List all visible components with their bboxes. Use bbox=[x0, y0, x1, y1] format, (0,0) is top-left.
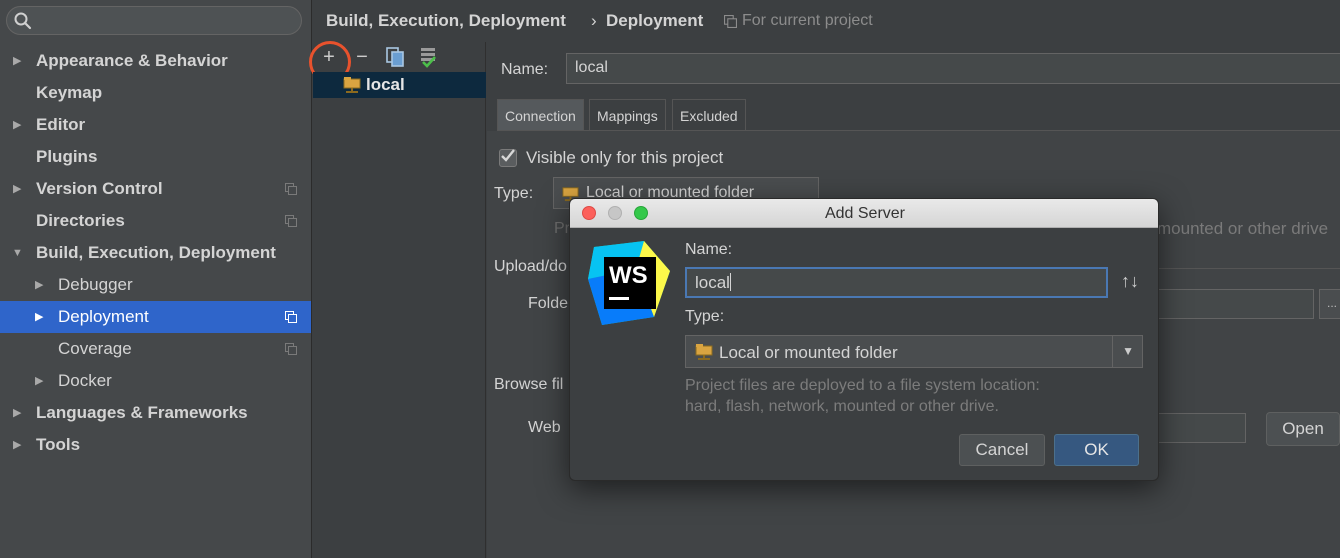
sidebar-item-editor[interactable]: ▶ Editor bbox=[0, 109, 311, 141]
chevron-right-icon: ▶ bbox=[35, 279, 44, 291]
remove-server-button[interactable]: − bbox=[350, 45, 374, 69]
dialog-type-label: Type: bbox=[685, 308, 725, 325]
project-scope-icon bbox=[285, 183, 297, 195]
visible-only-label: Visible only for this project bbox=[526, 148, 724, 167]
sidebar-item-label: Directories bbox=[36, 211, 125, 230]
sidebar-item-label: Build, Execution, Deployment bbox=[36, 243, 276, 262]
sidebar-item-label: Appearance & Behavior bbox=[36, 51, 228, 70]
open-button[interactable]: Open bbox=[1266, 412, 1340, 446]
web-url-label: Web bbox=[528, 419, 561, 436]
chevron-down-icon: ▼ bbox=[12, 247, 23, 259]
dialog-titlebar: Add Server bbox=[570, 199, 1158, 228]
dialog-type-description-line2: hard, flash, network, mounted or other d… bbox=[685, 398, 999, 415]
set-default-server-button[interactable] bbox=[416, 45, 440, 69]
logo-text: WS bbox=[609, 262, 648, 289]
sidebar-item-keymap[interactable]: Keymap bbox=[0, 77, 311, 109]
sidebar-item-version-control[interactable]: ▶ Version Control bbox=[0, 173, 311, 205]
name-label: Name: bbox=[501, 61, 549, 78]
chevron-right-icon: ▶ bbox=[35, 375, 44, 387]
sidebar-item-coverage[interactable]: Coverage bbox=[0, 333, 311, 365]
copy-icon bbox=[386, 47, 404, 67]
copy-server-button[interactable] bbox=[383, 45, 407, 69]
folder-path-input[interactable] bbox=[1155, 289, 1314, 319]
sidebar-item-docker[interactable]: ▶ Docker bbox=[0, 365, 311, 397]
checkmark-icon bbox=[501, 149, 515, 162]
breadcrumb: Build, Execution, Deployment › Deploymen… bbox=[312, 0, 1340, 42]
sidebar-item-label: Editor bbox=[36, 115, 86, 134]
folder-label: Folde bbox=[528, 295, 569, 312]
project-scope-icon bbox=[285, 215, 297, 227]
cancel-button[interactable]: Cancel bbox=[959, 434, 1045, 466]
scope-note: For current project bbox=[742, 12, 873, 29]
project-scope-icon bbox=[285, 311, 297, 323]
add-server-dialog: Add Server WS Name: local ↑↓ Type: Local… bbox=[569, 198, 1159, 481]
minus-icon: − bbox=[356, 46, 368, 68]
sidebar-item-label: Deployment bbox=[58, 307, 149, 326]
dialog-name-label: Name: bbox=[685, 241, 733, 258]
project-scope-icon bbox=[285, 343, 297, 355]
webstorm-logo: WS bbox=[588, 241, 670, 325]
sidebar-item-debugger[interactable]: ▶ Debugger bbox=[0, 269, 311, 301]
server-list-panel: + − local bbox=[309, 41, 486, 558]
dialog-name-input[interactable]: local bbox=[685, 267, 1108, 298]
search-input[interactable] bbox=[6, 6, 302, 35]
add-server-button[interactable]: + bbox=[309, 41, 351, 83]
server-toolbar: + − bbox=[309, 41, 486, 83]
server-name: local bbox=[366, 75, 405, 94]
dialog-title: Add Server bbox=[824, 205, 906, 222]
dialog-type-select[interactable]: Local or mounted folder ▼ bbox=[685, 335, 1143, 368]
web-url-input[interactable] bbox=[1155, 413, 1246, 443]
breadcrumb-current: Deployment bbox=[606, 11, 704, 30]
local-folder-icon bbox=[695, 344, 713, 360]
chevron-right-icon: ▶ bbox=[35, 311, 44, 323]
ok-button[interactable]: OK bbox=[1054, 434, 1139, 466]
chevron-down-icon: ▼ bbox=[1122, 344, 1134, 358]
sidebar-item-build-execution-deployment[interactable]: ▼ Build, Execution, Deployment bbox=[0, 237, 311, 269]
type-description-tail: mounted or other drive bbox=[1157, 219, 1329, 238]
sidebar-item-label: Keymap bbox=[36, 83, 103, 102]
select-divider bbox=[1112, 336, 1113, 367]
search-icon bbox=[14, 12, 32, 30]
local-folder-server-icon bbox=[343, 77, 361, 93]
sidebar-item-label: Docker bbox=[58, 371, 112, 390]
sidebar-item-plugins[interactable]: Plugins bbox=[0, 141, 311, 173]
tab-excluded-paths[interactable]: Excluded Paths bbox=[672, 99, 746, 156]
breadcrumb-parent[interactable]: Build, Execution, Deployment bbox=[326, 11, 566, 31]
sidebar-item-tools[interactable]: ▶ Tools bbox=[0, 429, 311, 461]
sort-arrows-icon[interactable]: ↑↓ bbox=[1121, 271, 1139, 292]
sidebar-item-label: Coverage bbox=[58, 339, 132, 358]
project-scope-icon bbox=[724, 15, 737, 28]
settings-sidebar: ▶ Appearance & Behavior Keymap ▶ Editor … bbox=[0, 0, 312, 558]
sidebar-item-label: Debugger bbox=[58, 275, 133, 294]
breadcrumb-separator: › bbox=[591, 11, 597, 30]
sidebar-item-label: Plugins bbox=[36, 147, 98, 166]
chevron-right-icon: ▶ bbox=[13, 183, 22, 195]
browse-section-label: Browse fil bbox=[494, 376, 564, 393]
sidebar-item-label: Tools bbox=[36, 435, 81, 454]
chevron-right-icon: ▶ bbox=[13, 439, 22, 451]
sidebar-item-appearance-behavior[interactable]: ▶ Appearance & Behavior bbox=[0, 45, 311, 77]
sidebar-item-label: Languages & Frameworks bbox=[36, 403, 248, 422]
dialog-type-value: Local or mounted folder bbox=[719, 343, 898, 362]
tab-mappings[interactable]: Mappings bbox=[589, 99, 666, 131]
sidebar-item-deployment[interactable]: ▶ Deployment bbox=[0, 301, 311, 333]
default-check-icon bbox=[421, 48, 436, 68]
upload-section-label: Upload/do bbox=[494, 258, 567, 275]
chevron-right-icon: ▶ bbox=[13, 55, 22, 67]
server-name-field[interactable]: local bbox=[566, 53, 1340, 84]
folder-browse-button[interactable]: ... bbox=[1319, 289, 1340, 319]
dialog-type-description-line1: Project files are deployed to a file sys… bbox=[685, 377, 1040, 394]
tab-connection[interactable]: Connection bbox=[497, 99, 584, 131]
sidebar-item-label: Version Control bbox=[36, 179, 163, 198]
type-label: Type: bbox=[494, 185, 534, 202]
chevron-right-icon: ▶ bbox=[13, 119, 22, 131]
visible-only-checkbox[interactable] bbox=[499, 149, 517, 167]
chevron-right-icon: ▶ bbox=[13, 407, 22, 419]
type-description-partial: Pr bbox=[554, 220, 570, 237]
server-list-item[interactable]: local bbox=[313, 72, 486, 98]
sidebar-item-languages-frameworks[interactable]: ▶ Languages & Frameworks bbox=[0, 397, 311, 429]
sidebar-item-directories[interactable]: Directories bbox=[0, 205, 311, 237]
